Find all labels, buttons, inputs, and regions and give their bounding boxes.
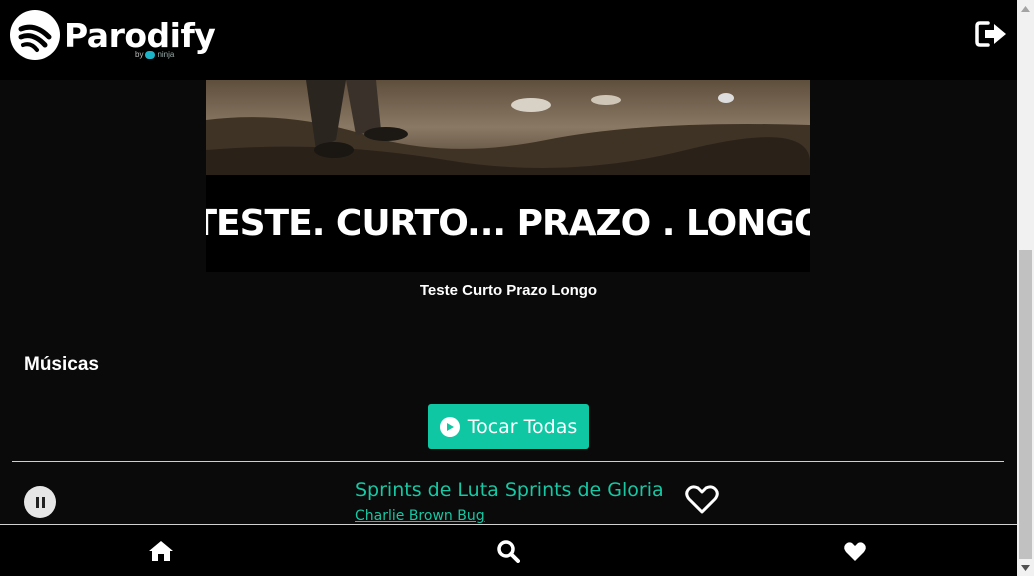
play-circle-icon bbox=[439, 416, 460, 437]
vertical-scrollbar[interactable] bbox=[1017, 0, 1034, 576]
app-name: Parodify bbox=[64, 15, 216, 55]
favorite-heart-icon[interactable] bbox=[684, 484, 720, 516]
album-title: Teste Curto Prazo Longo bbox=[419, 282, 598, 299]
byline-brand: ninja bbox=[157, 50, 175, 59]
play-all-button[interactable]: Tocar Todas bbox=[428, 404, 589, 449]
heart-icon[interactable] bbox=[842, 539, 868, 563]
home-icon[interactable] bbox=[148, 539, 174, 563]
track-row[interactable]: Sprints de Luta Sprints de Gloria Charli… bbox=[0, 470, 1017, 526]
search-icon[interactable] bbox=[495, 539, 521, 563]
logo-byline: by ninja bbox=[135, 50, 174, 59]
album-cover-text: TESTE. CURTO... PRAZO . LONGO bbox=[206, 203, 810, 244]
track-title[interactable]: Sprints de Luta Sprints de Gloria bbox=[355, 479, 664, 501]
play-all-label: Tocar Todas bbox=[467, 415, 578, 438]
bottom-navigation bbox=[0, 524, 1017, 576]
parodify-logo[interactable]: Parodify bbox=[10, 10, 216, 60]
parodify-logo-icon bbox=[10, 10, 60, 60]
byline-by: by bbox=[135, 50, 144, 59]
pause-icon bbox=[35, 496, 39, 508]
album-cover: TESTE. CURTO... PRAZO . LONGO bbox=[206, 80, 810, 272]
songs-section-title: Músicas bbox=[24, 354, 99, 375]
divider bbox=[12, 461, 1004, 462]
pause-button[interactable] bbox=[24, 486, 56, 518]
pause-icon-bar bbox=[41, 496, 45, 508]
scroll-up-arrow-icon[interactable] bbox=[1017, 0, 1034, 17]
track-artist-link[interactable]: Charlie Brown Bug bbox=[355, 508, 485, 524]
scrollbar-thumb[interactable] bbox=[1019, 250, 1032, 559]
ninja-logo-icon bbox=[145, 50, 156, 59]
scroll-down-arrow-icon[interactable] bbox=[1017, 559, 1034, 576]
app-viewport: Parodify by ninja TESTE. CURTO... PRAZO … bbox=[0, 0, 1034, 576]
top-header: Parodify by ninja bbox=[0, 0, 1017, 80]
sign-out-icon[interactable] bbox=[975, 20, 1009, 48]
